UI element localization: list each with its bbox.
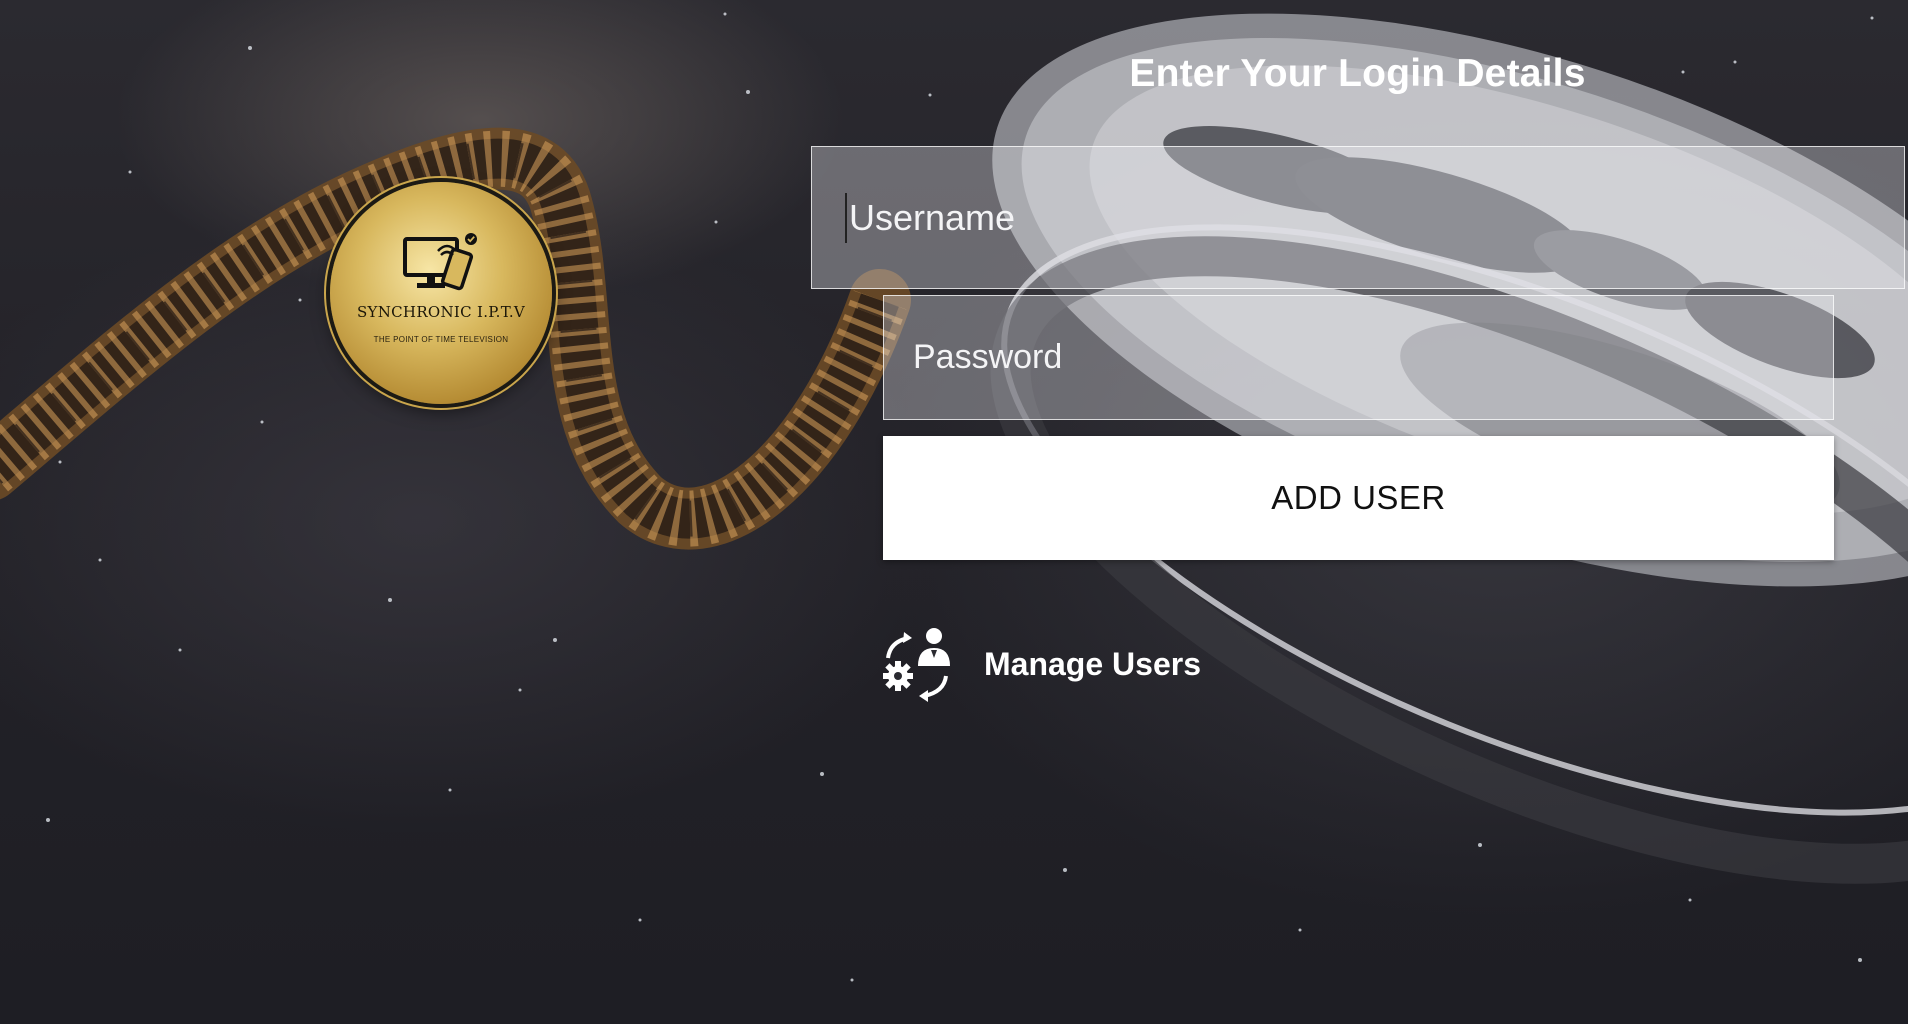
manage-users-link[interactable]: Manage Users bbox=[882, 624, 1201, 704]
monitor-phone-icon bbox=[403, 232, 477, 290]
brand-logo: SYNCHRONIC I.P.T.V THE POINT OF TIME TEL… bbox=[330, 182, 552, 404]
manage-users-label: Manage Users bbox=[984, 645, 1201, 682]
text-cursor bbox=[845, 192, 847, 243]
username-placeholder: Username bbox=[849, 196, 1016, 238]
brand-tagline: THE POINT OF TIME TELEVISION bbox=[373, 334, 509, 344]
user-settings-icon bbox=[883, 628, 950, 702]
add-user-button[interactable]: ADD USER bbox=[883, 436, 1834, 560]
password-placeholder: Password bbox=[913, 338, 1063, 376]
username-input[interactable]: Username bbox=[811, 146, 1905, 289]
login-heading: Enter Your Login Details bbox=[1129, 52, 1586, 95]
login-screen: SYNCHRONIC I.P.T.V THE POINT OF TIME TEL… bbox=[0, 0, 1908, 1024]
password-input[interactable]: Password bbox=[883, 295, 1834, 420]
brand-name: SYNCHRONIC I.P.T.V bbox=[356, 302, 526, 321]
